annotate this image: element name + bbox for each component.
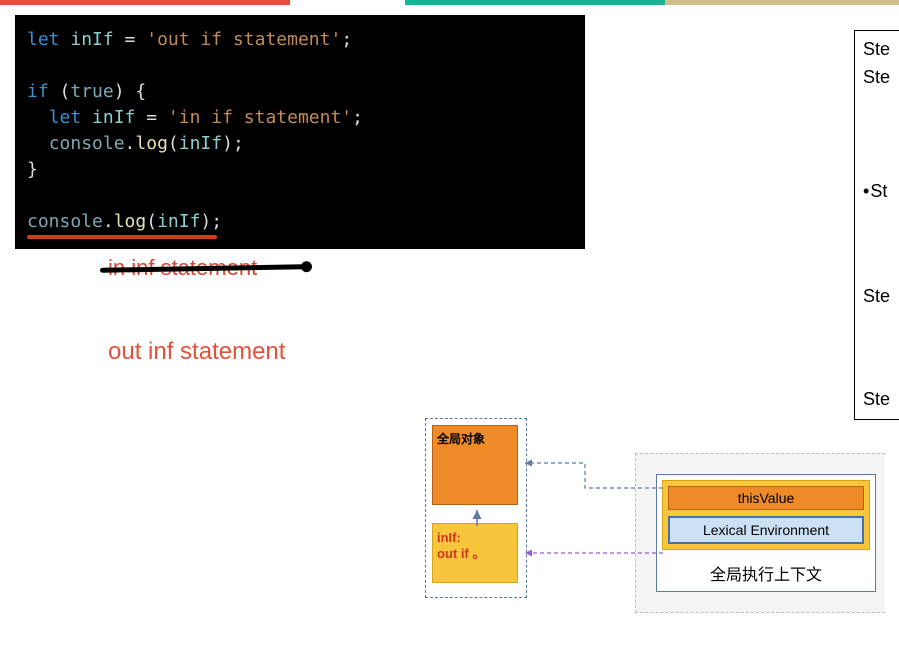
kw-if: if <box>27 81 49 102</box>
step-2: Ste <box>863 67 890 88</box>
bar-seg-teal <box>405 0 665 5</box>
bar-seg-gap <box>290 0 405 5</box>
correct-output: out inf statement <box>108 338 285 366</box>
lexical-env-box: Lexical Environment <box>668 516 864 544</box>
bar-seg-red <box>0 0 290 5</box>
bar-seg-gold <box>665 0 899 5</box>
step-4: Ste <box>863 286 890 307</box>
record-var: inIf: <box>437 530 461 545</box>
string: 'out if statement' <box>146 29 341 50</box>
execution-context: thisValue Lexical Environment 全局执行上下文 <box>656 474 876 592</box>
record-val: out if 。 <box>437 546 485 561</box>
context-body: thisValue Lexical Environment <box>662 480 870 550</box>
step-5: Ste <box>863 389 890 410</box>
accent-bar <box>0 0 899 5</box>
this-value-box: thisValue <box>668 486 864 510</box>
global-object-box: 全局对象 <box>432 425 518 505</box>
heap-area: 全局对象 inIf: out if 。 <box>425 418 527 598</box>
callstack-area: thisValue Lexical Environment 全局执行上下文 <box>635 453 885 613</box>
kw-true: true <box>70 81 113 102</box>
code-block: let inIf = 'out if statement'; if (true)… <box>15 15 585 249</box>
var-inif: inIf <box>70 29 113 50</box>
env-record-box: inIf: out if 。 <box>432 523 518 583</box>
context-label: 全局执行上下文 <box>657 555 875 591</box>
step-3: St <box>863 181 887 202</box>
underline-annotation <box>27 235 217 239</box>
step-1: Ste <box>863 39 890 60</box>
kw-let: let <box>27 29 60 50</box>
steps-panel: Ste Ste St Ste Ste <box>854 30 899 420</box>
